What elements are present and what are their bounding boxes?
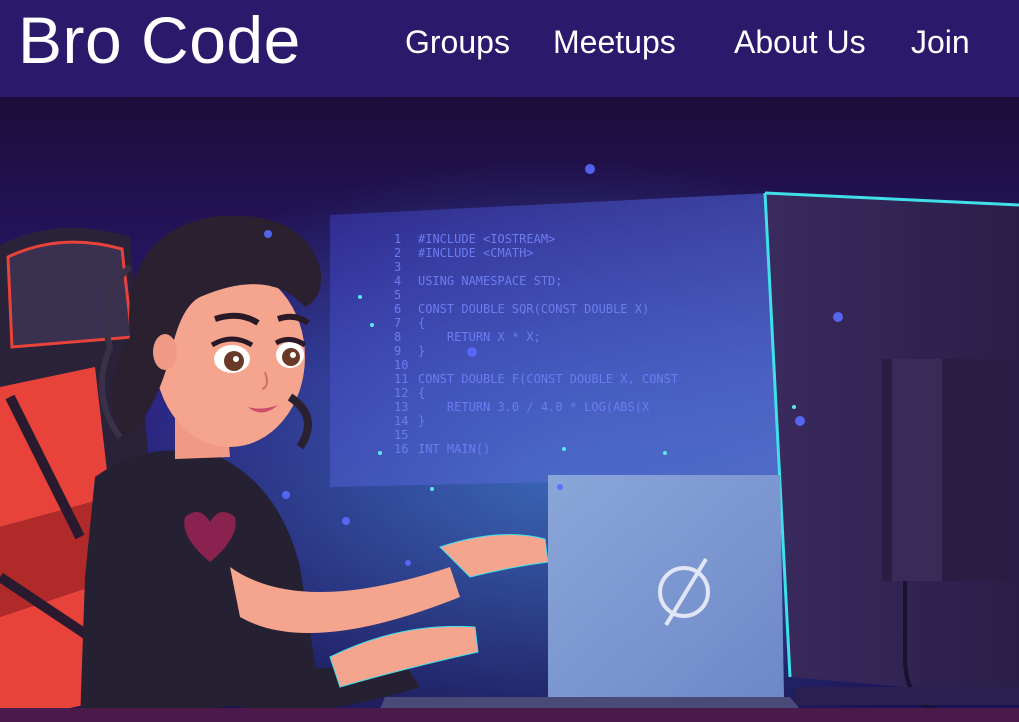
code-line-number: 15	[394, 428, 408, 442]
nav-link-about-us[interactable]: About Us	[734, 24, 866, 61]
code-line-number: 3	[394, 260, 401, 274]
nav-link-groups[interactable]: Groups	[405, 24, 510, 61]
code-line-number: 6	[394, 302, 401, 316]
code-line-number: 4	[394, 274, 401, 288]
code-screen: 1 #INCLUDE <IOSTREAM> 2 #INCLUDE <CMATH> 34 U…	[330, 193, 780, 487]
code-line-text: }	[418, 414, 425, 428]
code-line-text: USING NAMESPACE STD;	[418, 274, 563, 288]
code-line-text: }	[418, 344, 425, 358]
code-line-number: 14	[394, 414, 408, 428]
code-line-number: 13	[394, 400, 408, 414]
code-line-number: 16	[394, 442, 408, 456]
code-line-number: 2	[394, 246, 401, 260]
code-line-number: 8	[394, 330, 401, 344]
brand-logo[interactable]: Bro Code	[18, 2, 301, 78]
code-line-text: RETURN X * X;	[418, 330, 541, 344]
code-line-number: 12	[394, 386, 408, 400]
code-line-text: #INCLUDE <CMATH>	[418, 246, 534, 260]
monitor	[763, 191, 1019, 709]
code-line-number: 9	[394, 344, 401, 358]
code-line-number: 10	[394, 358, 408, 372]
code-line-text: {	[418, 386, 425, 400]
code-line-text: RETURN 3.0 / 4.0 * LOG(ABS(X	[418, 400, 650, 414]
navbar: Bro Code Groups Meetups About Us Join	[0, 0, 1019, 97]
nav-link-join[interactable]: Join	[911, 24, 970, 61]
code-line-text: {	[418, 316, 425, 330]
code-line-text: INT MAIN()	[418, 442, 490, 456]
code-line-text: CONST DOUBLE F(CONST DOUBLE X, CONST	[418, 372, 678, 386]
code-line-number: 11	[394, 372, 408, 386]
code-line-number: 1	[394, 232, 401, 246]
code-line-text: #INCLUDE <IOSTREAM>	[418, 232, 555, 246]
code-line-number: 7	[394, 316, 401, 330]
bottom-strip	[0, 708, 1019, 722]
code-line-text: CONST DOUBLE SQR(CONST DOUBLE X)	[418, 302, 649, 316]
hero-illustration: 1 #INCLUDE <IOSTREAM> 2 #INCLUDE <CMATH> 3 4 U…	[0, 97, 1019, 722]
page: Bro Code Groups Meetups About Us Join 1 …	[0, 0, 1019, 722]
code-line-number: 5	[394, 288, 401, 302]
nav-link-meetups[interactable]: Meetups	[553, 24, 676, 61]
